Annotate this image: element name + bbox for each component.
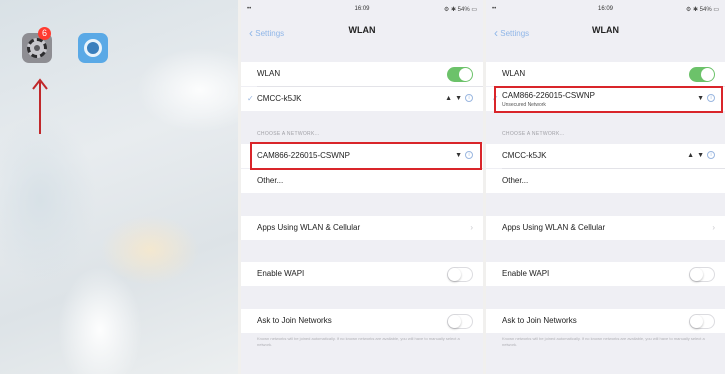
apps-using-wlan-row[interactable]: Apps Using WLAN & Cellular ›: [486, 216, 725, 240]
enable-wapi-row: Enable WAPI: [241, 262, 483, 286]
connected-network-row[interactable]: ✓ CMCC-k5JK ▲ ▼ i: [241, 87, 483, 111]
wapi-toggle[interactable]: [447, 267, 473, 282]
section-header: CHOOSE A NETWORK...: [502, 131, 565, 137]
lock-icon: ▲: [445, 94, 453, 102]
wlan-toggle[interactable]: [447, 67, 473, 82]
checkmark-icon: ✓: [247, 94, 254, 103]
nav-bar: ‹ Settings WLAN: [241, 18, 483, 42]
status-indicators: ⚙ ✱ 54% ▭: [685, 7, 719, 13]
ask-label: Ask to Join Networks: [257, 316, 332, 325]
status-bar: •• 16:09 ⚙ ✱ 54% ▭: [241, 6, 483, 14]
other-network-row[interactable]: Other...: [486, 169, 725, 193]
other-label: Other...: [257, 176, 284, 185]
home-screen: 6: [0, 0, 238, 374]
network-status-icons: ▲ ▼ i: [687, 151, 715, 159]
apps-using-wlan-row[interactable]: Apps Using WLAN & Cellular ›: [241, 216, 483, 240]
signal-icon: ••: [492, 6, 497, 12]
ask-to-join-row: Ask to Join Networks: [241, 309, 483, 333]
status-time: 16:09: [354, 6, 370, 12]
info-icon[interactable]: i: [707, 151, 715, 159]
wapi-label: Enable WAPI: [502, 269, 550, 278]
ask-label: Ask to Join Networks: [502, 316, 577, 325]
chevron-right-icon: ›: [470, 223, 473, 232]
camera-app-icon[interactable]: [78, 33, 108, 63]
wapi-toggle[interactable]: [689, 267, 715, 282]
ask-to-join-row: Ask to Join Networks: [486, 309, 725, 333]
wlan-label: WLAN: [502, 69, 526, 78]
wlan-toggle-row: WLAN: [241, 62, 483, 86]
camera-lens-icon: [84, 39, 102, 57]
wlan-settings-screen-after: •• 16:09 ⚙ ✱ 54% ▭ ‹ Settings WLAN WLAN …: [486, 0, 725, 374]
page-title: WLAN: [592, 25, 619, 35]
network-name: CMCC-k5JK: [502, 151, 547, 160]
other-label: Other...: [502, 176, 529, 185]
wlan-settings-screen-before: •• 16:09 ⚙ ✱ 54% ▭ ‹ Settings WLAN WLAN …: [241, 0, 483, 374]
apps-label: Apps Using WLAN & Cellular: [502, 223, 606, 232]
nav-bar: ‹ Settings WLAN: [486, 18, 725, 42]
other-network-row[interactable]: Other...: [241, 169, 483, 193]
ask-toggle[interactable]: [689, 314, 715, 329]
enable-wapi-row: Enable WAPI: [486, 262, 725, 286]
wlan-label: WLAN: [257, 69, 281, 78]
wifi-icon: ▼: [697, 151, 704, 159]
page-title: WLAN: [348, 25, 376, 35]
gear-icon: [27, 38, 47, 58]
ask-toggle[interactable]: [447, 314, 473, 329]
signal-icon: ••: [247, 6, 252, 12]
wifi-icon: ▼: [455, 94, 462, 102]
lock-icon: ▲: [687, 151, 695, 159]
section-header: CHOOSE A NETWORK...: [257, 131, 320, 137]
info-icon[interactable]: i: [465, 94, 473, 102]
wlan-toggle-row: WLAN: [486, 62, 725, 86]
chevron-right-icon: ›: [712, 223, 715, 232]
ask-footnote: Known networks will be joined automatica…: [502, 336, 705, 347]
apps-label: Apps Using WLAN & Cellular: [257, 223, 361, 232]
status-time: 16:09: [597, 6, 613, 12]
network-name: CMCC-k5JK: [257, 94, 302, 103]
wlan-toggle[interactable]: [689, 67, 715, 82]
network-status-icons: ▲ ▼ i: [445, 94, 473, 102]
notification-badge: 6: [38, 27, 51, 40]
highlight-box: [250, 142, 482, 170]
arrow-up-icon: [32, 78, 48, 134]
wapi-label: Enable WAPI: [257, 269, 305, 278]
network-row[interactable]: CMCC-k5JK ▲ ▼ i: [486, 144, 725, 168]
highlight-box: [494, 86, 723, 113]
ask-footnote: Known networks will be joined automatica…: [257, 336, 460, 347]
status-bar: •• 16:09 ⚙ ✱ 54% ▭: [486, 6, 725, 14]
status-indicators: ⚙ ✱ 54% ▭: [443, 7, 477, 13]
